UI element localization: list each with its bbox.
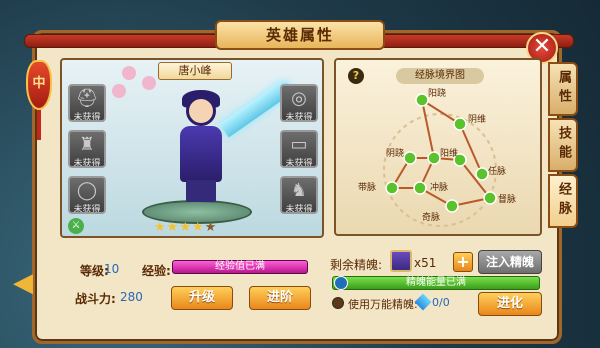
tab-skills[interactable]: 技能 (548, 118, 578, 172)
helmet-icon: ⛑ (75, 88, 99, 109)
inject-essence-button[interactable]: 注入精魄 (478, 250, 542, 274)
hero-legs (186, 180, 216, 202)
tab-meridian[interactable]: 经脉 (548, 174, 578, 228)
meridian-chart: ? 经脉境界图 阳跷 阴维 阴跷 阳维 冲脉 任脉 带脉 督脉 奇脉 (334, 58, 542, 236)
star-icon: ★ (154, 220, 167, 235)
essence-progress-bar: 精魄能量已满 (332, 276, 540, 290)
necklace-icon: ◯ (76, 180, 98, 201)
meridian-node-qimai[interactable]: 奇脉 (422, 210, 440, 223)
hero-model[interactable] (170, 90, 230, 210)
level-value: 10 (104, 262, 120, 276)
help-icon[interactable]: ? (348, 68, 364, 84)
use-universal-label: 使用万能精魄: (348, 298, 418, 311)
meridian-node-daimai[interactable]: 带脉 (358, 180, 376, 193)
meridian-node-chongmai[interactable]: 冲脉 (430, 180, 448, 193)
back-arrow-icon[interactable]: ◀ (8, 268, 38, 298)
belt-icon: ▭ (290, 134, 308, 155)
equip-slot-helmet[interactable]: ⛑ 未获得 (68, 84, 106, 122)
equip-slot-necklace[interactable]: ◯ 未获得 (68, 176, 106, 214)
ornament-badge: 中 (26, 60, 52, 110)
equip-status-label: 未获得 (285, 205, 313, 214)
page-title: 英雄属性 (215, 20, 385, 50)
power-label: 战斗力: (75, 292, 116, 306)
add-essence-button[interactable]: + (453, 252, 473, 272)
power-value: 280 (120, 290, 143, 304)
essence-label: 剩余精魄: (330, 258, 383, 272)
exp-progress-bar: 经验值已满 (172, 260, 308, 274)
equip-status-label: 未获得 (73, 113, 101, 122)
equip-status-label: 未获得 (73, 205, 101, 214)
advance-button[interactable]: 进阶 (249, 286, 311, 310)
meridian-node-yangqiao[interactable]: 阳跷 (428, 86, 446, 99)
meridian-node-dumai[interactable]: 督脉 (498, 192, 516, 205)
essence-orb-icon (334, 276, 348, 290)
star-icon: ★ (166, 220, 180, 235)
meridian-title: 经脉境界图 (396, 68, 484, 84)
equip-slot-boots[interactable]: ♞ 未获得 (280, 176, 318, 214)
essence-avatar-icon (390, 250, 412, 272)
blossom-decoration (112, 84, 126, 98)
star-icon: ★ (204, 220, 218, 235)
star-icon: ★ (179, 220, 192, 235)
meridian-node-renmai[interactable]: 任脉 (488, 164, 506, 177)
use-universal-checkbox[interactable] (332, 297, 344, 309)
ring-icon: ◎ (291, 88, 307, 109)
equip-status-label: 未获得 (285, 159, 313, 168)
blossom-decoration (142, 76, 156, 90)
upgrade-button[interactable]: 升级 (171, 286, 233, 310)
tassel-decoration (37, 110, 41, 140)
equip-slot-armor[interactable]: ♜ 未获得 (68, 130, 106, 168)
hero-class-icon: ⚔ (68, 218, 84, 234)
meridian-node-yinqiao[interactable]: 阴跷 (386, 146, 404, 159)
star-rating: ★★★★★ (154, 220, 234, 235)
universal-count: 0/0 (432, 296, 450, 309)
evolve-button[interactable]: 进化 (478, 292, 542, 316)
hero-display: 唐小峰 ⛑ 未获得 ♜ 未获得 ◯ 未获得 ◎ 未获得 ▭ 未获得 ♞ 未获得 … (60, 58, 324, 238)
boots-icon: ♞ (290, 180, 308, 201)
hero-body (180, 126, 222, 182)
meridian-node-yangwei[interactable]: 阳维 (440, 146, 458, 159)
equip-slot-ring[interactable]: ◎ 未获得 (280, 84, 318, 122)
blossom-decoration (122, 66, 136, 80)
star-icon: ★ (191, 220, 205, 235)
meridian-node-yinwei[interactable]: 阴维 (468, 112, 486, 125)
exp-label: 经验: (142, 264, 171, 278)
hero-head (186, 96, 216, 126)
armor-icon: ♜ (78, 134, 96, 155)
tab-attributes[interactable]: 属性 (548, 62, 578, 116)
equip-status-label: 未获得 (285, 113, 313, 122)
equip-status-label: 未获得 (73, 159, 101, 168)
hero-name: 唐小峰 (158, 62, 232, 80)
equip-slot-belt[interactable]: ▭ 未获得 (280, 130, 318, 168)
essence-count: x51 (414, 256, 437, 270)
